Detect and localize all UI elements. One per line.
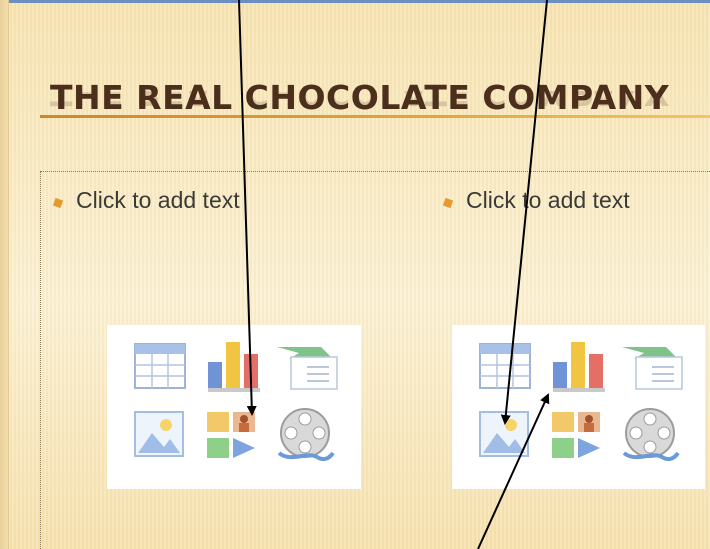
slide[interactable]: THE REAL CHOCOLATE COMPANY THE REAL CHOC… (0, 0, 710, 549)
left-placeholder-text: Click to add text (76, 187, 240, 213)
top-accent-stripe (0, 0, 710, 3)
insert-table-icon[interactable] (134, 343, 186, 389)
title-reflection: THE REAL CHOCOLATE COMPANY (50, 91, 670, 113)
insert-picture-icon[interactable] (479, 411, 529, 457)
insert-table-icon[interactable] (479, 343, 531, 389)
insert-clip-art-icon[interactable] (206, 411, 258, 461)
insert-clip-art-icon[interactable] (551, 411, 603, 461)
insert-chart-icon[interactable] (206, 336, 264, 394)
insert-media-clip-icon[interactable] (277, 407, 335, 463)
right-text-placeholder[interactable]: Click to add text (442, 187, 630, 214)
left-content-icons (107, 325, 361, 489)
left-frame-edge (0, 0, 9, 549)
insert-chart-icon[interactable] (551, 336, 609, 394)
insert-smartart-icon[interactable] (277, 345, 339, 391)
bullet-mark-icon (442, 197, 454, 208)
bullet-mark-icon (52, 197, 64, 208)
insert-picture-icon[interactable] (134, 411, 184, 457)
insert-media-clip-icon[interactable] (622, 407, 680, 463)
insert-smartart-icon[interactable] (622, 345, 684, 391)
title-underline (40, 115, 710, 118)
right-content-icons (452, 325, 705, 489)
right-placeholder-text: Click to add text (466, 187, 630, 213)
left-text-placeholder[interactable]: Click to add text (52, 187, 240, 214)
